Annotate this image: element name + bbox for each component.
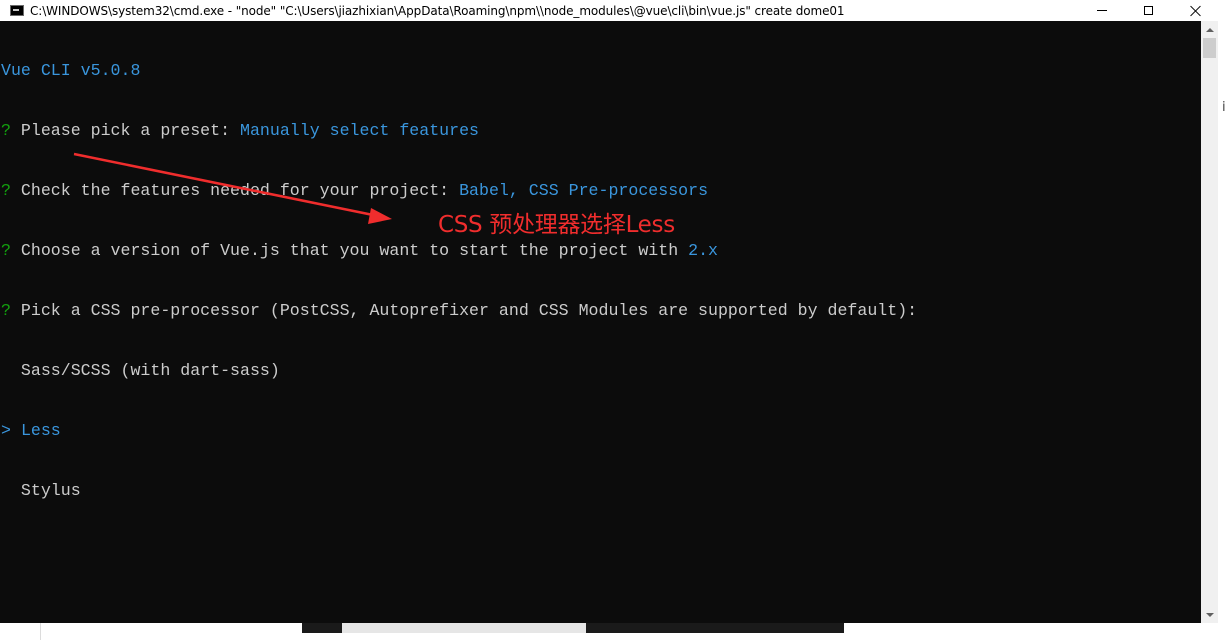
minimize-icon <box>1097 10 1107 11</box>
strip-segment <box>342 623 586 633</box>
option-sass[interactable]: Sass/SCSS (with dart-sass) <box>1 361 1200 381</box>
question-text: Check the features needed for your proje… <box>10 181 460 200</box>
console-output[interactable]: Vue CLI v5.0.8 ? Please pick a preset: M… <box>1 21 1200 621</box>
window-title: C:\WINDOWS\system32\cmd.exe - "node" "C:… <box>30 3 845 18</box>
question-answer: Babel, CSS Pre-processors <box>459 181 709 200</box>
annotation-label: CSS 预处理器选择Less <box>438 212 675 238</box>
question-line: ? Check the features needed for your pro… <box>1 181 1200 201</box>
option-label: Sass/SCSS (with dart-sass) <box>20 361 280 380</box>
scroll-up-button[interactable] <box>1201 21 1218 38</box>
minimize-button[interactable] <box>1079 0 1125 21</box>
prompt-symbol: ? <box>1 301 11 320</box>
prompt-symbol: ? <box>1 181 11 200</box>
question-line: ? Please pick a preset: Manually select … <box>1 121 1200 141</box>
cli-version-header: Vue CLI v5.0.8 <box>1 61 141 80</box>
option-label: Stylus <box>20 481 81 500</box>
option-label: Less <box>20 421 61 440</box>
close-button[interactable] <box>1172 0 1218 21</box>
taskbar-strip <box>0 623 1232 640</box>
close-icon <box>1190 5 1201 16</box>
scroll-up-icon <box>1205 27 1214 32</box>
question-line: ? Pick a CSS pre-processor (PostCSS, Aut… <box>1 301 1200 321</box>
scroll-down-icon <box>1205 612 1214 617</box>
option-stylus[interactable]: Stylus <box>1 481 1200 501</box>
strip-segment <box>586 623 844 633</box>
scroll-down-button[interactable] <box>1201 606 1218 623</box>
strip-segment <box>302 623 342 633</box>
title-bar[interactable]: C:\WINDOWS\system32\cmd.exe - "node" "C:… <box>0 0 1218 21</box>
side-text: i <box>1222 100 1226 115</box>
vertical-scrollbar[interactable] <box>1201 21 1218 623</box>
maximize-icon <box>1143 6 1153 15</box>
question-answer: Manually select features <box>240 121 479 140</box>
question-text: Please pick a preset: <box>10 121 240 140</box>
question-answer: 2.x <box>688 241 718 260</box>
maximize-button[interactable] <box>1125 0 1171 21</box>
question-text: Choose a version of Vue.js that you want… <box>10 241 689 260</box>
question-line: ? Choose a version of Vue.js that you wa… <box>1 241 1200 261</box>
selection-cursor-icon: > <box>1 421 11 440</box>
cmd-icon <box>10 5 24 16</box>
option-less-selected[interactable]: > Less <box>1 421 1200 441</box>
prompt-symbol: ? <box>1 241 11 260</box>
divider <box>40 623 41 640</box>
prompt-symbol: ? <box>1 121 11 140</box>
scrollbar-thumb[interactable] <box>1203 38 1216 58</box>
question-text: Pick a CSS pre-processor (PostCSS, Autop… <box>10 301 918 320</box>
terminal-window: C:\WINDOWS\system32\cmd.exe - "node" "C:… <box>0 0 1218 623</box>
